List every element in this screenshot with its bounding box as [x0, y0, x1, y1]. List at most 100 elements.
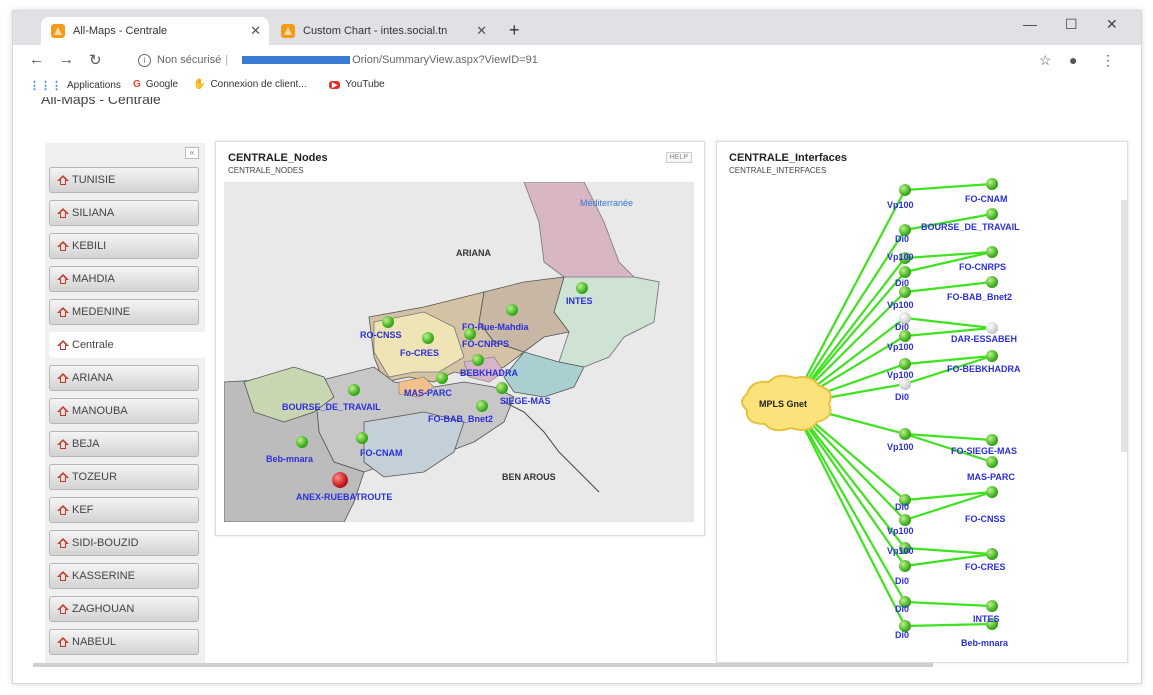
sidebar-item-kebili[interactable]: KEBILI	[49, 233, 199, 259]
node-ro-cnss-icon[interactable]	[382, 316, 394, 328]
bookmark-connexion[interactable]: ✋ Connexion de client...	[193, 79, 307, 90]
node-label-ro-cnss[interactable]: RO-CNSS	[360, 330, 402, 340]
target-node-icon[interactable]	[986, 276, 998, 288]
sidebar-item-kasserine[interactable]: KASSERINE	[49, 563, 199, 589]
home-icon	[57, 637, 69, 647]
target-label-fo-siege-mas[interactable]: FO-SIEGE-MAS	[951, 446, 1017, 456]
node-label-fo-cres[interactable]: Fo-CRES	[400, 348, 439, 358]
target-node-icon[interactable]	[986, 600, 998, 612]
node-label-intes[interactable]: INTES	[566, 296, 593, 306]
node-mas-parc-icon[interactable]	[436, 372, 448, 384]
node-fo-cnam-icon[interactable]	[356, 432, 368, 444]
node-label-fo-cnam[interactable]: FO-CNAM	[360, 448, 403, 458]
node-label-anex[interactable]: ANEX-RUEBATROUTE	[296, 492, 392, 502]
help-button[interactable]: HELP	[665, 152, 692, 163]
target-node-icon[interactable]	[986, 548, 998, 560]
target-label-beb-mnara[interactable]: Beb-mnara	[961, 638, 1008, 648]
target-label-bourse[interactable]: BOURSE_DE_TRAVAIL	[921, 222, 1020, 232]
interface-node-icon[interactable]	[899, 184, 911, 196]
menu-dots-icon[interactable]: ⋮	[1101, 52, 1115, 69]
interface-node-icon[interactable]	[899, 266, 911, 278]
node-anex-icon[interactable]	[332, 472, 348, 488]
node-bebkhadra-icon[interactable]	[472, 354, 484, 366]
node-label-siege-mas[interactable]: SIEGE-MAS	[500, 396, 551, 406]
interface-node-icon[interactable]	[899, 358, 911, 370]
sidebar-item-medenine[interactable]: MEDENINE	[49, 299, 199, 325]
target-label-intes[interactable]: INTES	[973, 614, 1000, 624]
node-beb-mnara-icon[interactable]	[296, 436, 308, 448]
target-label-fo-cnrps[interactable]: FO-CNRPS	[959, 262, 1006, 272]
node-bourse-icon[interactable]	[348, 384, 360, 396]
interface-node-icon[interactable]	[899, 514, 911, 526]
node-label-bourse[interactable]: BOURSE_DE_TRAVAIL	[282, 402, 381, 412]
mpls-hub-label[interactable]: MPLS Gnet	[759, 399, 807, 409]
new-tab-button[interactable]: +	[509, 20, 520, 41]
node-label-fo-bab-bnet[interactable]: FO-BAB_Bnet2	[428, 414, 493, 424]
interface-node-icon[interactable]	[899, 428, 911, 440]
tab-all-maps[interactable]: All-Maps - Centrale ✕	[41, 17, 269, 45]
node-fo-cres-icon[interactable]	[422, 332, 434, 344]
target-label-fo-bebkhadra[interactable]: FO-BEBKHADRA	[947, 364, 1021, 374]
target-node-down-icon[interactable]	[986, 322, 998, 334]
sidebar-item-zaghouan[interactable]: ZAGHOUAN	[49, 596, 199, 622]
close-tab-icon[interactable]: ✕	[250, 23, 261, 39]
bookmark-applications[interactable]: ⋮⋮⋮ Applications	[29, 79, 121, 92]
target-label-dar-essabeh[interactable]: DAR-ESSABEH	[951, 334, 1017, 344]
maximize-icon[interactable]: ☐	[1065, 16, 1078, 33]
interface-label: Vp100	[887, 546, 914, 556]
node-label-bebkhadra[interactable]: BEBKHADRA	[460, 368, 518, 378]
sidebar-item-label: ARIANA	[72, 372, 113, 384]
interface-label: Di0	[895, 392, 910, 402]
bookmark-google[interactable]: G Google	[133, 79, 178, 90]
reload-icon[interactable]: ↻	[89, 51, 102, 69]
collapse-button[interactable]: «	[185, 147, 199, 159]
sidebar-item-tunisie[interactable]: TUNISIE	[49, 167, 199, 193]
minimize-icon[interactable]: —	[1023, 16, 1037, 32]
tab-custom-chart[interactable]: Custom Chart - intes.social.tn ✕	[271, 17, 495, 45]
account-icon[interactable]: ●	[1069, 52, 1077, 68]
address-bar[interactable]: i Non sécurisé | Orion/SummaryView.aspx?…	[138, 49, 938, 71]
sidebar-item-beja[interactable]: BEJA	[49, 431, 199, 457]
close-window-icon[interactable]: ✕	[1106, 16, 1118, 33]
target-node-icon[interactable]	[986, 486, 998, 498]
target-label-fo-cres[interactable]: FO-CRES	[965, 562, 1006, 572]
target-node-icon[interactable]	[986, 456, 998, 468]
target-label-fo-bab-bnet[interactable]: FO-BAB_Bnet2	[947, 292, 1012, 302]
node-fo-rue-mahdia-icon[interactable]	[506, 304, 518, 316]
node-fo-bab-bnet-icon[interactable]	[476, 400, 488, 412]
sidebar-item-sidi-bouzid[interactable]: SIDI-BOUZID	[49, 530, 199, 556]
target-node-icon[interactable]	[986, 246, 998, 258]
bookmark-youtube[interactable]: ▶ YouTube	[329, 79, 385, 90]
sidebar-item-manouba[interactable]: MANOUBA	[49, 398, 199, 424]
forward-icon[interactable]: →	[59, 51, 74, 68]
node-intes-icon[interactable]	[576, 282, 588, 294]
vertical-scrollbar[interactable]	[1121, 200, 1127, 452]
horizontal-scrollbar[interactable]	[33, 663, 933, 667]
youtube-icon: ▶	[329, 80, 341, 89]
node-label-beb-mnara[interactable]: Beb-mnara	[266, 454, 313, 464]
star-icon[interactable]: ☆	[1039, 52, 1052, 69]
target-label-fo-cnam[interactable]: FO-CNAM	[965, 194, 1008, 204]
sidebar-item-mahdia[interactable]: MAHDIA	[49, 266, 199, 292]
interface-node-icon[interactable]	[899, 560, 911, 572]
target-node-icon[interactable]	[986, 178, 998, 190]
sidebar-item-kef[interactable]: KEF	[49, 497, 199, 523]
info-icon[interactable]: i	[138, 53, 151, 67]
sidebar-item-centrale[interactable]: Centrale	[49, 332, 205, 358]
sidebar-item-label: ZAGHOUAN	[72, 603, 135, 615]
interface-label: Vp100	[887, 252, 914, 262]
target-node-icon[interactable]	[986, 208, 998, 220]
close-tab-icon[interactable]: ✕	[476, 23, 487, 39]
target-node-icon[interactable]	[986, 434, 998, 446]
target-label-fo-cnss[interactable]: FO-CNSS	[965, 514, 1006, 524]
back-icon[interactable]: ←	[29, 51, 44, 68]
node-siege-mas-icon[interactable]	[496, 382, 508, 394]
sidebar-item-nabeul[interactable]: NABEUL	[49, 629, 199, 655]
node-label-mas-parc[interactable]: MAS-PARC	[404, 388, 452, 398]
sidebar-item-tozeur[interactable]: TOZEUR	[49, 464, 199, 490]
target-node-icon[interactable]	[986, 350, 998, 362]
sidebar-item-ariana[interactable]: ARIANA	[49, 365, 199, 391]
node-label-fo-cnrps[interactable]: FO-CNRPS	[462, 339, 509, 349]
sidebar-item-siliana[interactable]: SILIANA	[49, 200, 199, 226]
target-label-mas-parc[interactable]: MAS-PARC	[967, 472, 1015, 482]
